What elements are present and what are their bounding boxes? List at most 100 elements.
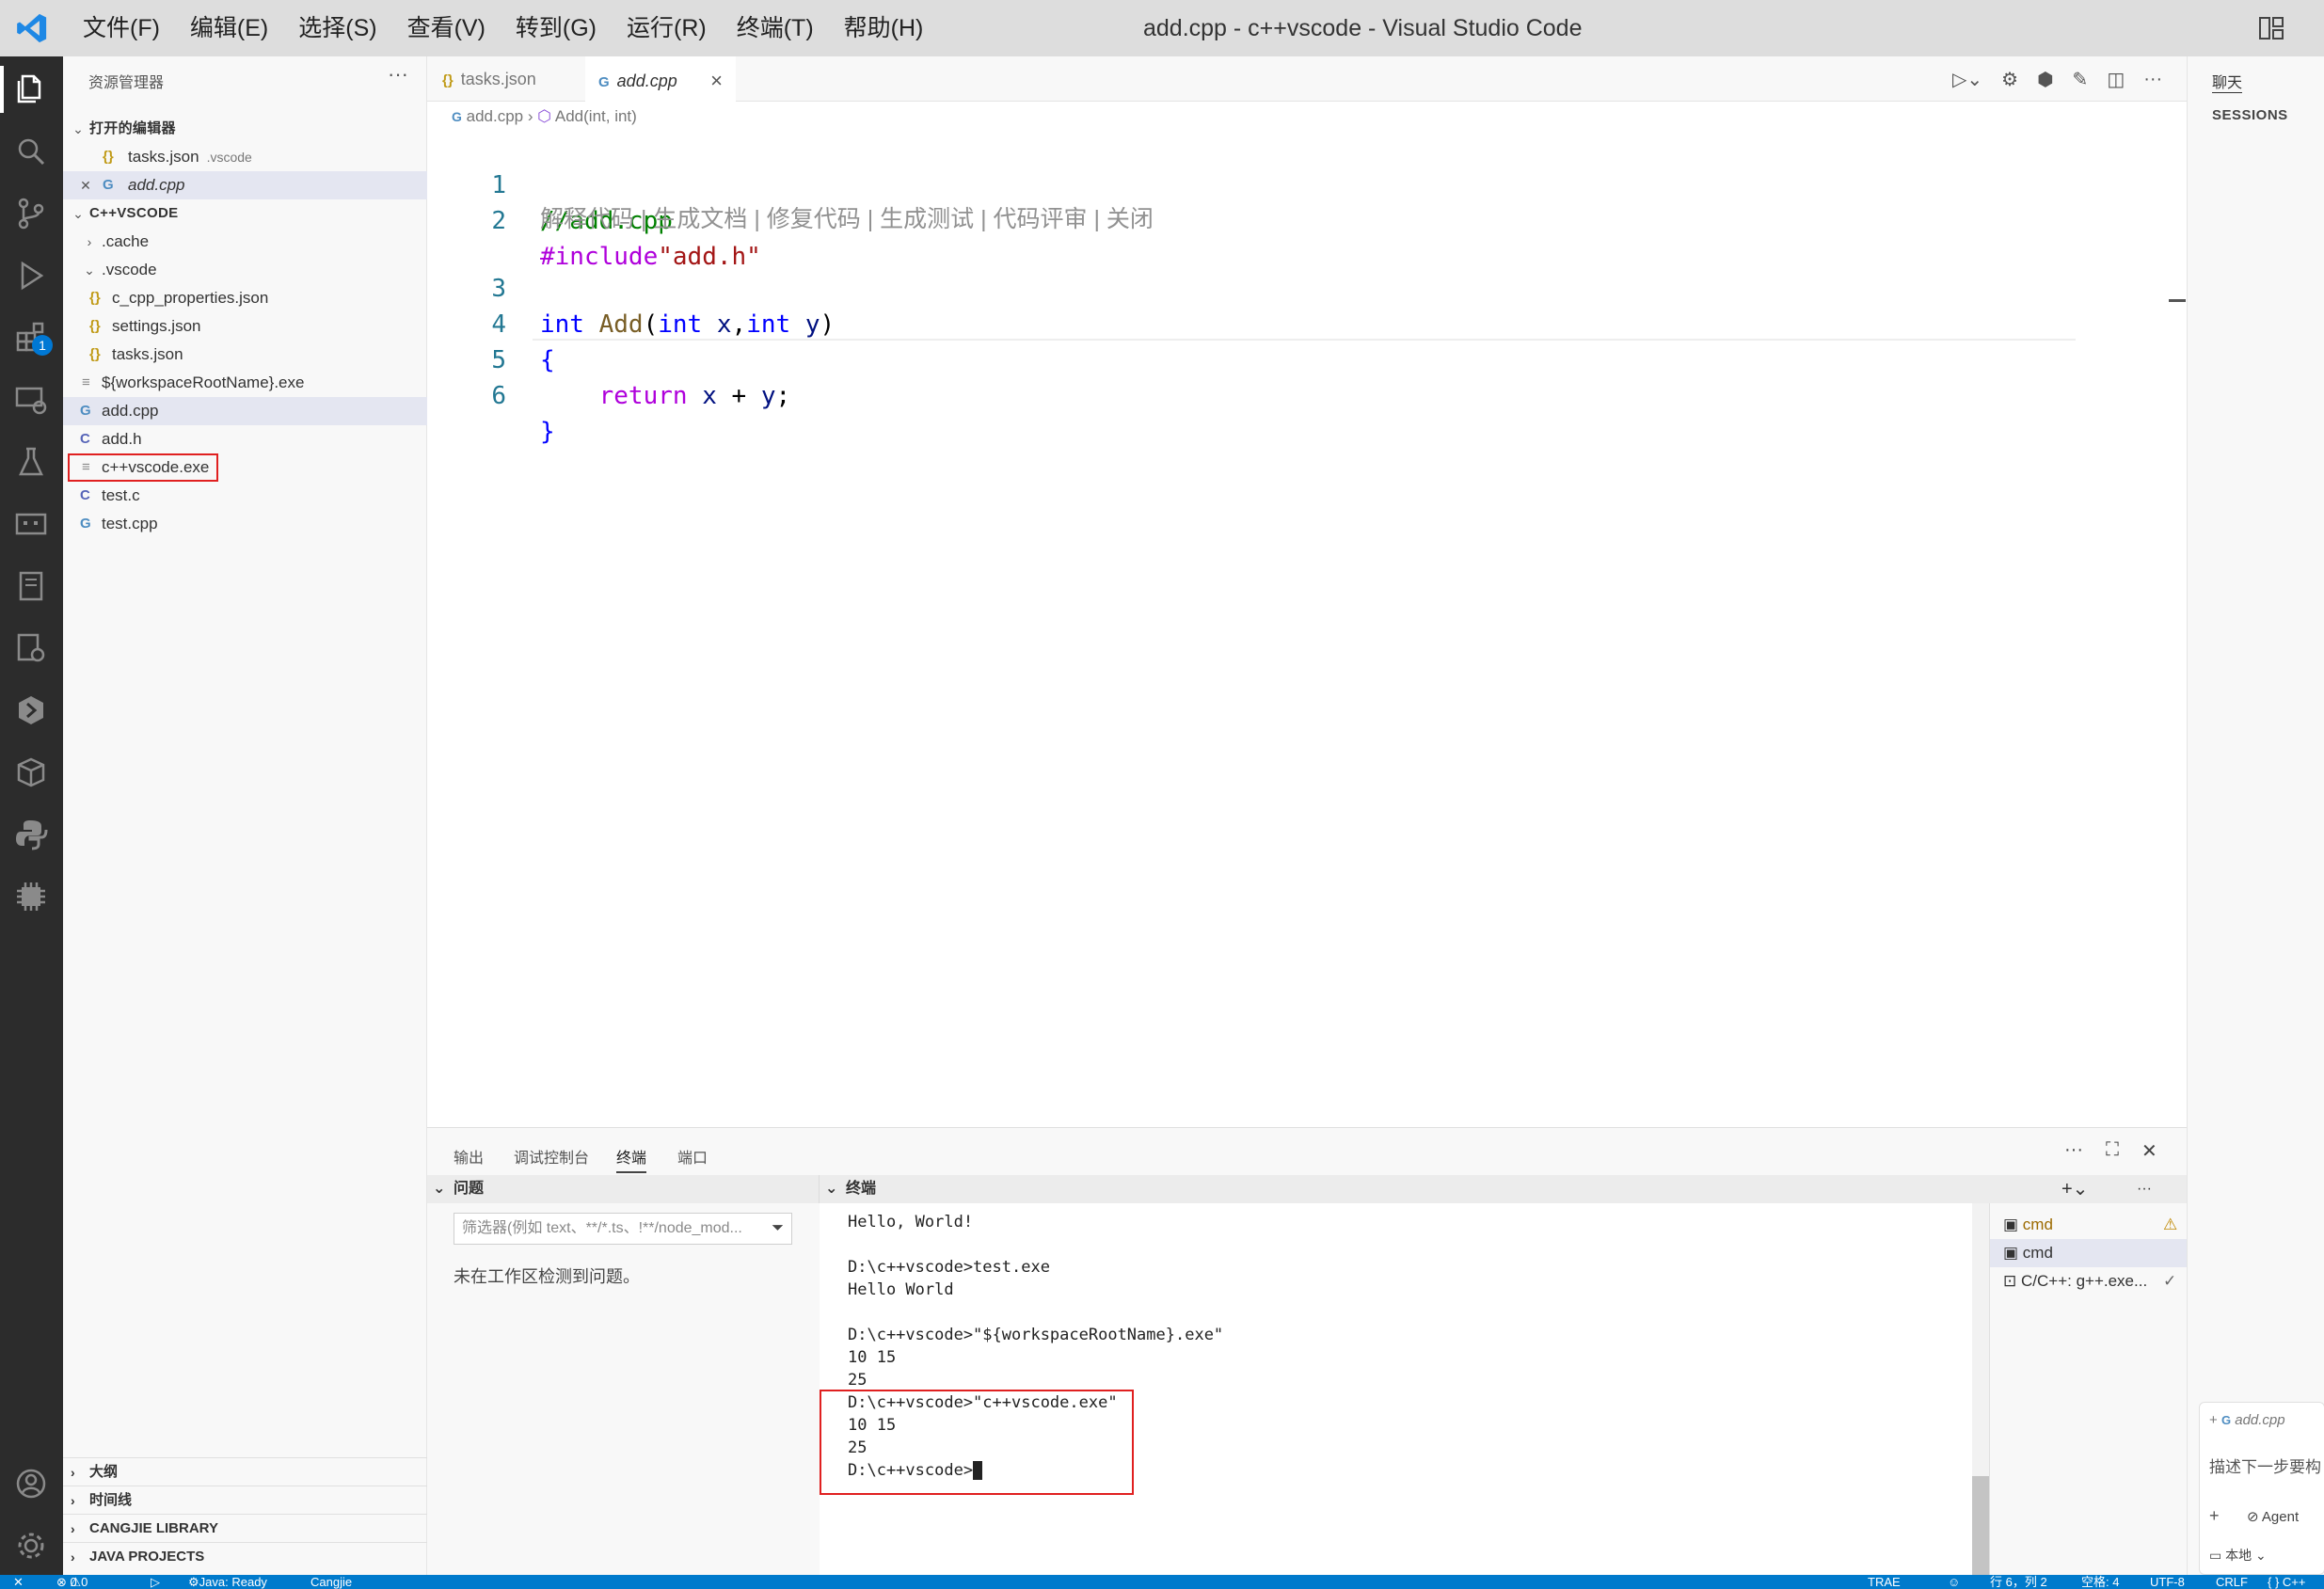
menu-selection[interactable]: 选择(S) — [283, 0, 391, 56]
open-editor-item[interactable]: ✕ G add.cpp — [63, 171, 427, 199]
account-icon[interactable] — [13, 1466, 49, 1502]
add-icon[interactable]: + — [2209, 1506, 2220, 1526]
maximize-panel-icon[interactable]: ⛶ — [2106, 1139, 2119, 1163]
notebook-icon[interactable] — [13, 568, 49, 604]
vscode-logo-icon — [17, 13, 47, 43]
tab-output[interactable]: 输出 — [454, 1145, 484, 1168]
c-file-icon: C — [80, 431, 90, 447]
menu-edit[interactable]: 编辑(E) — [175, 0, 283, 56]
tree-item-folder[interactable]: › .cache — [63, 228, 427, 256]
remote-icon[interactable]: ✕ — [13, 1575, 24, 1589]
testing-icon[interactable] — [13, 444, 49, 480]
problems-status[interactable]: ⊗ 0 ⚠ 0 — [56, 1575, 88, 1589]
chat-context-chip[interactable]: + G add.cpp — [2209, 1412, 2285, 1428]
run-icon[interactable]: ▷ — [151, 1575, 160, 1589]
workspace-header[interactable]: ⌄ C++VSCODE — [63, 199, 427, 228]
terminal-item[interactable]: ⊡ C/C++: g++.exe... ✓ — [1990, 1267, 2187, 1295]
codelens-actions[interactable]: 解释代码 | 生成文档 | 修复代码 | 生成测试 | 代码评审 | 关闭 — [540, 203, 1154, 235]
scrollbar-thumb[interactable] — [1972, 1476, 1989, 1576]
terminal-header[interactable]: ⌄ 终端 +⌄ ··· — [819, 1175, 2187, 1203]
menu-terminal[interactable]: 终端(T) — [722, 0, 829, 56]
remote-explorer-icon[interactable] — [13, 382, 49, 418]
close-tab-icon[interactable]: × — [710, 58, 723, 103]
java-status[interactable]: ⚙ Java: Ready — [188, 1575, 267, 1589]
more-actions-icon[interactable]: ··· — [2143, 69, 2162, 90]
tree-item-folder[interactable]: ⌄ .vscode — [63, 256, 427, 284]
java-projects-section[interactable]: › JAVA PROJECTS — [63, 1542, 427, 1570]
breadcrumb-symbol[interactable]: Add(int, int) — [555, 107, 637, 125]
menu-view[interactable]: 查看(V) — [392, 0, 501, 56]
explorer-icon[interactable] — [13, 72, 49, 107]
source-control-icon[interactable] — [13, 196, 49, 231]
outline-section[interactable]: › 大纲 — [63, 1457, 427, 1486]
tree-item-file[interactable]: G add.cpp — [63, 397, 427, 425]
menu-help[interactable]: 帮助(H) — [829, 0, 939, 56]
tree-item-file[interactable]: C test.c — [63, 482, 427, 510]
terminal-scrollbar[interactable] — [1972, 1203, 1989, 1576]
terminal-output[interactable]: Hello, World! D:\c++vscode>test.exe Hell… — [820, 1203, 2187, 1576]
location-select[interactable]: ▭ 本地 ⌄ — [2209, 1546, 2267, 1565]
tree-item-file[interactable]: G test.cpp — [63, 510, 427, 538]
code-editor[interactable]: 1 //add.cpp 2 #include"add.h" 解释代码 | 生成文… — [427, 130, 2187, 1127]
trae-status[interactable]: TRAE — [1868, 1575, 1901, 1589]
chat-input[interactable]: + G add.cpp 描述下一步要构 + ⊘ Agent ▭ 本地 ⌄ — [2199, 1402, 2324, 1575]
copilot-icon[interactable]: ☺ — [1948, 1575, 1960, 1589]
cangjie-library-section[interactable]: › CANGJIE LIBRARY — [63, 1514, 427, 1542]
run-debug-icon[interactable] — [13, 258, 49, 294]
search-icon[interactable] — [13, 134, 49, 169]
more-actions-icon[interactable]: ··· — [2137, 1175, 2152, 1203]
encoding[interactable]: UTF-8 — [2150, 1575, 2185, 1589]
cangjie-status[interactable]: Cangjie — [310, 1575, 352, 1589]
tree-item-file[interactable]: {} c_cpp_properties.json — [63, 284, 427, 312]
menu-go[interactable]: 转到(G) — [501, 0, 612, 56]
tab-debug-console[interactable]: 调试控制台 — [514, 1145, 589, 1168]
tab-tasks-json[interactable]: {} tasks.json — [442, 56, 593, 102]
chat-tab[interactable]: 聊天 — [2212, 70, 2243, 93]
timeline-section[interactable]: › 时间线 — [63, 1486, 427, 1514]
agent-mode-button[interactable]: ⊘ Agent — [2247, 1508, 2299, 1525]
menu-run[interactable]: 运行(R) — [612, 0, 722, 56]
tree-item-file[interactable]: {} tasks.json — [63, 341, 427, 369]
menu-file[interactable]: 文件(F) — [68, 0, 175, 56]
close-panel-icon[interactable]: ✕ — [2141, 1139, 2157, 1163]
cursor-position[interactable]: 行 6，列 2 — [1990, 1575, 2047, 1589]
tab-add-cpp[interactable]: Gadd.cpp × — [585, 56, 736, 102]
editor-tab-bar: {} tasks.json Gadd.cpp × — [427, 56, 2187, 102]
tree-item-file[interactable]: ≡ ${workspaceRootName}.exe — [63, 369, 427, 397]
run-code-icon[interactable]: ▷⌄ — [1952, 68, 1982, 91]
settings-icon[interactable]: ⚙ — [2001, 68, 2018, 91]
more-actions-icon[interactable]: ··· — [2064, 1139, 2083, 1163]
tab-terminal[interactable]: 终端 — [616, 1145, 647, 1173]
eol[interactable]: CRLF — [2216, 1575, 2248, 1589]
tab-ports[interactable]: 端口 — [677, 1145, 708, 1168]
terminal-item[interactable]: ▣ cmd — [1990, 1239, 2187, 1267]
more-actions-icon[interactable]: ··· — [388, 62, 408, 87]
customize-layout-icon[interactable] — [2258, 15, 2284, 41]
filter-icon[interactable]: ⏷ — [772, 1214, 784, 1244]
terminal-item[interactable]: ▣ cmd ⚠ — [1990, 1211, 2187, 1239]
ports-icon[interactable] — [13, 506, 49, 542]
cangjie-icon[interactable] — [13, 692, 49, 728]
chevron-down-icon: ⌄ — [433, 1181, 446, 1197]
tree-item-file[interactable]: {} settings.json — [63, 312, 427, 341]
open-editor-item[interactable]: {} tasks.json .vscode — [63, 143, 427, 171]
split-editor-icon[interactable]: ◫ — [2107, 68, 2125, 91]
cangjie-action-icon[interactable]: ⬢ — [2037, 68, 2053, 91]
packages-icon[interactable] — [13, 755, 49, 790]
add-context-icon[interactable]: + — [2209, 1412, 2218, 1428]
open-editors-header[interactable]: ⌄ 打开的编辑器 — [63, 115, 427, 143]
problems-header[interactable]: ⌄ 问题 — [427, 1175, 819, 1203]
problems-filter-input[interactable]: 筛选器(例如 text、**/*.ts、!**/node_mod... ⏷ — [454, 1213, 792, 1245]
tree-item-file[interactable]: C add.h — [63, 425, 427, 453]
edit-icon[interactable]: ✎ — [2073, 68, 2089, 91]
settings-sync-icon[interactable] — [13, 630, 49, 666]
cpp-file-icon: G — [452, 109, 462, 124]
language-mode[interactable]: { } C++ — [2268, 1575, 2305, 1589]
indentation[interactable]: 空格: 4 — [2081, 1575, 2119, 1589]
breadcrumb-file[interactable]: add.cpp — [467, 107, 524, 125]
new-terminal-icon[interactable]: +⌄ — [2061, 1175, 2088, 1203]
chip-icon[interactable] — [13, 879, 49, 914]
python-icon[interactable] — [13, 817, 49, 852]
close-icon[interactable]: ✕ — [78, 171, 93, 199]
manage-gear-icon[interactable] — [13, 1528, 49, 1564]
